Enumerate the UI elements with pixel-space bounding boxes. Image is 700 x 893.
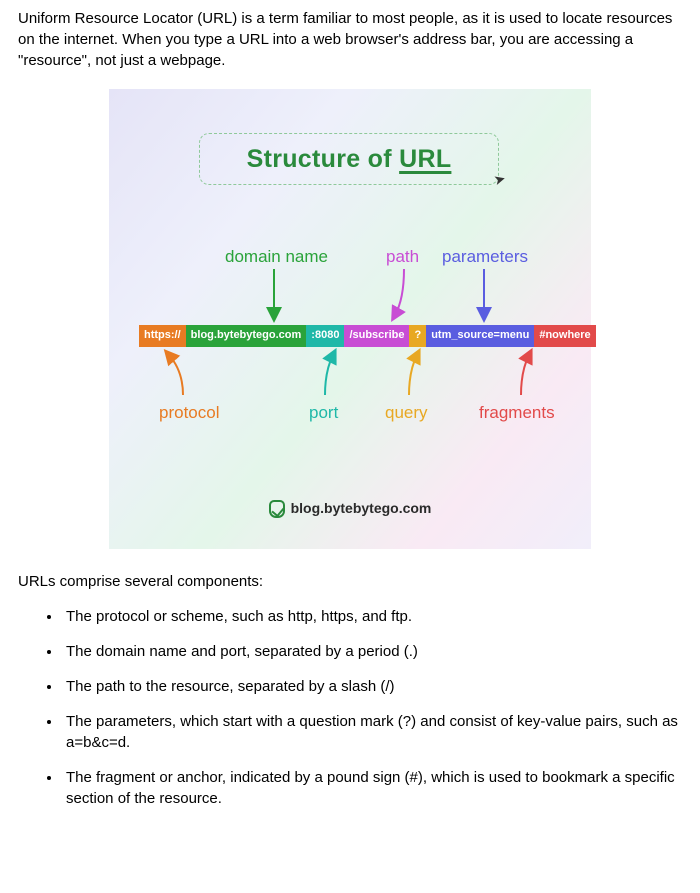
arrow-protocol-icon	[161, 351, 191, 399]
components-list: The protocol or scheme, such as http, ht…	[18, 606, 682, 809]
arrow-port-icon	[323, 351, 343, 399]
label-protocol: protocol	[159, 401, 219, 425]
url-bar: https:// blog.bytebytego.com :8080 /subs…	[139, 325, 596, 347]
diagram-title-prefix: Structure of	[247, 145, 400, 173]
url-port: :8080	[306, 325, 344, 347]
list-item: The domain name and port, separated by a…	[62, 641, 682, 662]
arrow-domain-icon	[269, 269, 279, 321]
url-path: /subscribe	[344, 325, 409, 347]
components-subhead: URLs comprise several components:	[18, 571, 682, 592]
diagram-title-box: Structure of URL ➤	[199, 133, 499, 185]
arrow-path-icon	[399, 269, 409, 321]
url-domain: blog.bytebytego.com	[186, 325, 307, 347]
list-item: The parameters, which start with a quest…	[62, 711, 682, 753]
diagram-footer: blog.bytebytego.com	[109, 499, 591, 519]
logo-icon	[269, 500, 285, 518]
url-fragment: #nowhere	[534, 325, 595, 347]
cursor-icon: ➤	[492, 169, 508, 191]
label-domain: domain name	[225, 245, 328, 269]
label-path: path	[386, 245, 419, 269]
list-item: The fragment or anchor, indicated by a p…	[62, 767, 682, 809]
intro-paragraph: Uniform Resource Locator (URL) is a term…	[18, 8, 682, 71]
label-port: port	[309, 401, 338, 425]
arrow-parameters-icon	[479, 269, 489, 321]
footer-text: blog.bytebytego.com	[291, 499, 432, 519]
list-item: The path to the resource, separated by a…	[62, 676, 682, 697]
url-protocol: https://	[139, 325, 186, 347]
url-structure-diagram: Structure of URL ➤ domain name path para…	[109, 89, 591, 549]
label-query: query	[385, 401, 428, 425]
arrow-query-icon	[405, 351, 425, 399]
diagram-title: Structure of URL	[247, 142, 452, 177]
url-params: utm_source=menu	[426, 325, 534, 347]
url-querymark: ?	[409, 325, 426, 347]
diagram-title-underline: URL	[399, 145, 451, 173]
list-item: The protocol or scheme, such as http, ht…	[62, 606, 682, 627]
arrow-fragments-icon	[517, 351, 537, 399]
label-fragments: fragments	[479, 401, 555, 425]
label-parameters: parameters	[442, 245, 528, 269]
